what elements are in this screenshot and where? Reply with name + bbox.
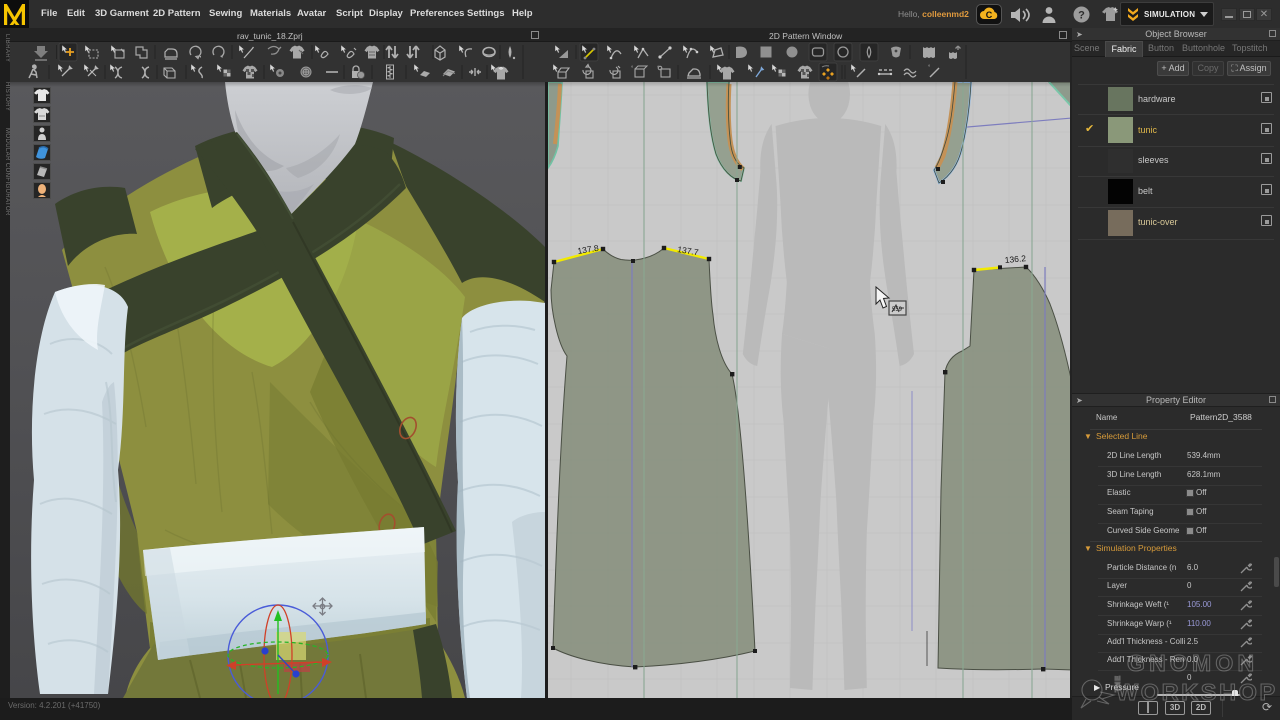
svg-text:THE: THE (1115, 675, 1122, 692)
svg-text:°: ° (928, 65, 931, 71)
svg-text:GNOMON: GNOMON (1127, 650, 1258, 676)
svg-text:°: ° (631, 66, 634, 72)
svg-text:136.2: 136.2 (1004, 253, 1026, 265)
svg-text:WORKSHOP: WORKSHOP (1116, 679, 1278, 705)
svg-text:C: C (986, 10, 993, 20)
svg-text:?: ? (1078, 10, 1085, 22)
svg-text:559: 559 (892, 307, 903, 313)
